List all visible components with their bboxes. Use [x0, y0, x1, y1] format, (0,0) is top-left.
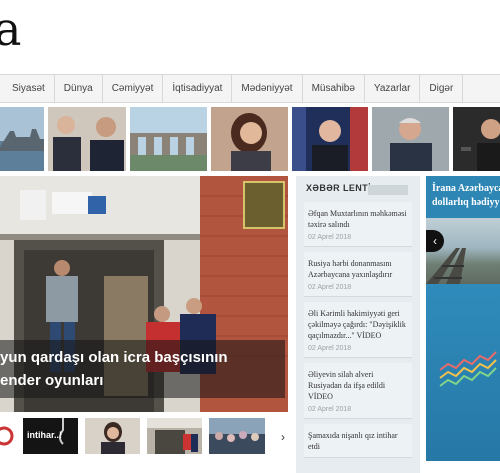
banner-headline[interactable]: İrana Azərbaycan dollarlıq hədiyy: [432, 182, 500, 210]
feed-item-date: 02 Aprel 2018: [308, 345, 352, 352]
hero-headline[interactable]: yun qardaşı olan icra başçısının ender o…: [0, 340, 285, 398]
feed-item-text[interactable]: Şamaxıda nişanlı qız intihar etdi: [308, 430, 408, 452]
feed-item-text[interactable]: Əliyevin silah alveri Rusiyadan da ifşa …: [308, 369, 408, 402]
nav-item-cemiyyet[interactable]: Cəmiyyət: [103, 75, 164, 102]
hero-headline-line2: ender oyunları: [0, 372, 104, 389]
nav-item-diger[interactable]: Digər: [420, 75, 464, 102]
nav-item-musahibe[interactable]: Müsahibə: [303, 75, 365, 102]
nav-item-medeniyyet[interactable]: Mədəniyyət: [232, 75, 303, 102]
bthumb-intihar-caption: intihar..!: [27, 430, 63, 440]
bthumb-woman[interactable]: [85, 418, 140, 454]
feed-item[interactable]: Əfqan Muxtarlının məhkəməsi təxirə salın…: [304, 202, 412, 247]
banner-chart-graphic: [426, 284, 500, 461]
feed-item-date: 02 Aprel 2018: [308, 234, 352, 241]
banner-headline-line1: İrana Azərbaycan: [432, 183, 500, 194]
feed-item[interactable]: Əli Kərimli hakimiyyəti geri çəkilməyə ç…: [304, 302, 412, 358]
top-thumbnail-strip: [0, 107, 500, 171]
thumb-warships[interactable]: [0, 107, 44, 171]
main-nav: Siyasət Dünya Cəmiyyət İqtisadiyyat Mədə…: [0, 74, 500, 103]
nav-item-yazarlar[interactable]: Yazarlar: [365, 75, 421, 102]
thumb-older-man[interactable]: [372, 107, 449, 171]
thumb-two-men[interactable]: [48, 107, 126, 171]
nav-item-iqtisadiyyat[interactable]: İqtisadiyyat: [163, 75, 233, 102]
feed-item-date: 02 Aprel 2018: [308, 284, 352, 291]
thumb-woman[interactable]: [211, 107, 288, 171]
feed-item-text[interactable]: Əli Kərimli hakimiyyəti geri çəkilməyə ç…: [308, 308, 408, 341]
thumb-speaker[interactable]: [453, 107, 500, 171]
thumb-bridge[interactable]: [130, 107, 207, 171]
side-banner[interactable]: İrana Azərbaycan dollarlıq hədiyy: [426, 176, 500, 461]
nav-item-dunya[interactable]: Dünya: [55, 75, 103, 102]
news-feed-header: XƏBƏR LENTİ: [296, 176, 420, 202]
bottom-thumbnail-strip: intihar..! ›: [0, 415, 290, 459]
feed-item-text[interactable]: Rusiya hərbi donanmasını Azərbaycana yax…: [308, 258, 408, 280]
hero-article[interactable]: yun qardaşı olan icra başçısının ender o…: [0, 176, 288, 412]
bthumb-kids[interactable]: [147, 418, 202, 454]
news-feed: XƏBƏR LENTİ Əfqan Muxtarlının məhkəməsi …: [296, 176, 420, 473]
feed-item[interactable]: Əliyevin silah alveri Rusiyadan da ifşa …: [304, 363, 412, 419]
feed-item[interactable]: Rusiya hərbi donanmasını Azərbaycana yax…: [304, 252, 412, 297]
bthumb-intihar[interactable]: intihar..!: [23, 418, 78, 454]
feed-item-text[interactable]: Əfqan Muxtarlının məhkəməsi təxirə salın…: [308, 208, 408, 230]
chevron-right-icon[interactable]: ›: [276, 427, 290, 447]
thumb-man-flags[interactable]: [292, 107, 368, 171]
news-feed-title: XƏBƏR LENTİ: [306, 183, 371, 193]
feed-item[interactable]: Şamaxıda nişanlı qız intihar etdi: [304, 424, 412, 458]
news-feed-header-bar: [368, 185, 408, 195]
feed-item-date: 02 Aprel 2018: [308, 406, 352, 413]
nav-item-siyaset[interactable]: Siyasət: [0, 75, 55, 102]
hero-headline-line1: yun qardaşı olan icra başçısının: [0, 349, 228, 366]
bthumb-crowd[interactable]: [209, 418, 265, 454]
site-logo[interactable]: a: [0, 6, 21, 52]
site-header: a: [0, 0, 500, 74]
bthumb-logo[interactable]: [0, 418, 14, 454]
banner-headline-line2: dollarlıq hədiyy: [432, 197, 500, 208]
